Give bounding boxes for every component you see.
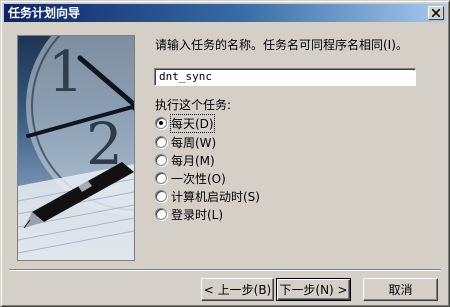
wizard-window: 任务计划向导 1 2 请输入任务的名称。任务名可同程序名相同(I)。 dnt_s… xyxy=(0,0,450,307)
radio-label-logon: 登录时(L) xyxy=(171,207,224,222)
button-separator xyxy=(9,269,441,271)
back-button[interactable]: < 上一步(B) xyxy=(201,278,274,301)
frequency-label: 执行这个任务: xyxy=(155,98,232,112)
task-name-input[interactable]: dnt_sync xyxy=(154,68,416,86)
window-title: 任务计划向导 xyxy=(8,6,81,20)
title-bar[interactable]: 任务计划向导 xyxy=(4,4,446,22)
cancel-button[interactable]: 取消 xyxy=(363,278,438,301)
radio-label-weekly: 每周(W) xyxy=(171,135,217,150)
radio-button[interactable] xyxy=(155,172,167,184)
radio-label-monthly: 每月(M) xyxy=(171,153,215,168)
radio-label-once: 一次性(O) xyxy=(171,171,226,186)
radio-button[interactable] xyxy=(155,136,167,148)
task-name-prompt: 请输入任务的名称。任务名可同程序名相同(I)。 xyxy=(155,38,408,52)
close-button[interactable] xyxy=(428,6,444,20)
radio-label-daily: 每天(D) xyxy=(170,113,215,133)
clock-and-pen-image: 1 2 xyxy=(18,36,134,260)
wizard-illustration: 1 2 xyxy=(17,35,135,261)
radio-daily[interactable]: 每天(D) xyxy=(155,113,215,133)
radio-weekly[interactable]: 每周(W) xyxy=(155,134,216,150)
radio-button[interactable] xyxy=(155,208,167,220)
radio-button-checked[interactable] xyxy=(155,117,167,129)
svg-text:1: 1 xyxy=(48,40,84,105)
radio-once[interactable]: 一次性(O) xyxy=(155,170,226,186)
radio-startup[interactable]: 计算机启动时(S) xyxy=(155,188,260,204)
radio-monthly[interactable]: 每月(M) xyxy=(155,152,215,168)
radio-label-startup: 计算机启动时(S) xyxy=(171,189,260,204)
next-button[interactable]: 下一步(N) > xyxy=(276,278,351,301)
radio-button[interactable] xyxy=(155,154,167,166)
radio-button[interactable] xyxy=(155,190,167,202)
radio-logon[interactable]: 登录时(L) xyxy=(155,206,223,222)
close-icon xyxy=(432,9,440,17)
